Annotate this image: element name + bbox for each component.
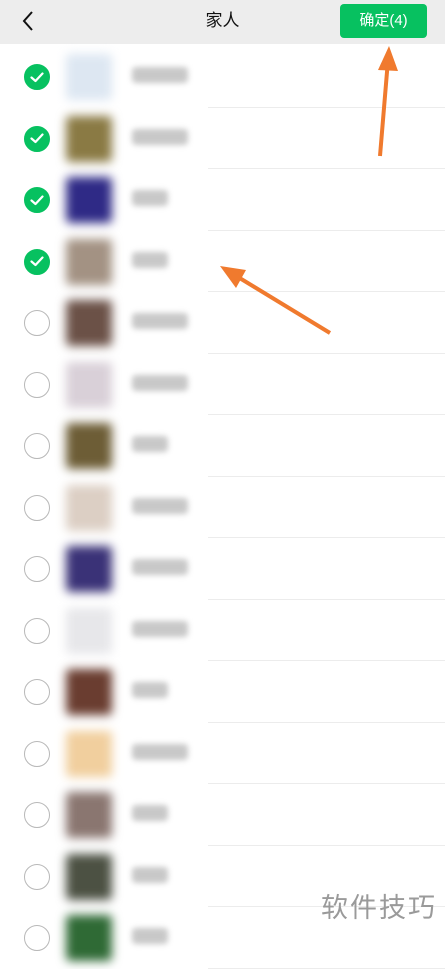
contact-name-blurred: [132, 436, 168, 452]
contact-name-blurred: [132, 805, 168, 821]
unchecked-circle-icon[interactable]: [24, 802, 50, 828]
avatar: [66, 853, 112, 900]
contact-row[interactable]: [0, 231, 445, 293]
avatar: [66, 423, 112, 469]
unchecked-circle-icon[interactable]: [24, 310, 50, 336]
contact-name-blurred: [132, 374, 188, 391]
avatar: [66, 361, 112, 408]
checked-circle-icon[interactable]: [24, 64, 50, 90]
unchecked-circle-icon[interactable]: [24, 925, 50, 951]
avatar: [66, 792, 112, 838]
avatar: [66, 484, 112, 531]
contact-name-blurred: [132, 928, 168, 944]
contact-row[interactable]: [0, 477, 445, 539]
contact-name-blurred: [132, 313, 188, 329]
checked-circle-icon[interactable]: [24, 187, 50, 213]
contact-name-blurred: [132, 682, 168, 698]
contact-row[interactable]: [0, 415, 445, 477]
unchecked-circle-icon[interactable]: [24, 556, 50, 582]
checked-circle-icon[interactable]: [24, 248, 50, 275]
watermark: 软件技巧: [321, 893, 437, 924]
contact-name-blurred: [132, 190, 168, 206]
unchecked-circle-icon[interactable]: [24, 863, 50, 890]
unchecked-circle-icon[interactable]: [24, 433, 50, 459]
contact-row[interactable]: [0, 723, 445, 785]
avatar: [66, 607, 112, 654]
unchecked-circle-icon[interactable]: [24, 371, 50, 398]
contact-row[interactable]: [0, 661, 445, 723]
contact-row[interactable]: [0, 784, 445, 846]
back-button[interactable]: [14, 6, 42, 36]
avatar: [66, 238, 112, 285]
contact-row[interactable]: [0, 46, 445, 108]
nav-bar: 家人 确定(4): [0, 0, 445, 44]
unchecked-circle-icon[interactable]: [24, 617, 50, 644]
contact-row[interactable]: [0, 292, 445, 354]
contact-name-blurred: [132, 743, 188, 760]
contact-name-blurred: [132, 559, 188, 575]
contact-row[interactable]: [0, 169, 445, 231]
contact-row[interactable]: [0, 108, 445, 170]
chevron-left-icon: [22, 11, 33, 31]
contact-row[interactable]: [0, 354, 445, 416]
contact-list: [0, 46, 445, 969]
unchecked-circle-icon[interactable]: [24, 740, 50, 767]
avatar: [66, 546, 112, 592]
contact-name-blurred: [132, 67, 188, 83]
contact-row[interactable]: [0, 538, 445, 600]
avatar: [66, 177, 112, 223]
checked-circle-icon[interactable]: [24, 125, 50, 152]
contact-name-blurred: [132, 128, 188, 145]
avatar: [66, 730, 112, 777]
avatar: [66, 54, 112, 100]
unchecked-circle-icon[interactable]: [24, 679, 50, 705]
unchecked-circle-icon[interactable]: [24, 494, 50, 521]
confirm-button[interactable]: 确定(4): [340, 4, 427, 38]
contact-name-blurred: [132, 620, 188, 637]
contact-row[interactable]: [0, 600, 445, 662]
contact-name-blurred: [132, 866, 168, 883]
avatar: [66, 669, 112, 715]
avatar: [66, 115, 112, 162]
avatar: [66, 300, 112, 346]
contact-name-blurred: [132, 497, 188, 514]
avatar: [66, 915, 112, 961]
contact-name-blurred: [132, 251, 168, 268]
